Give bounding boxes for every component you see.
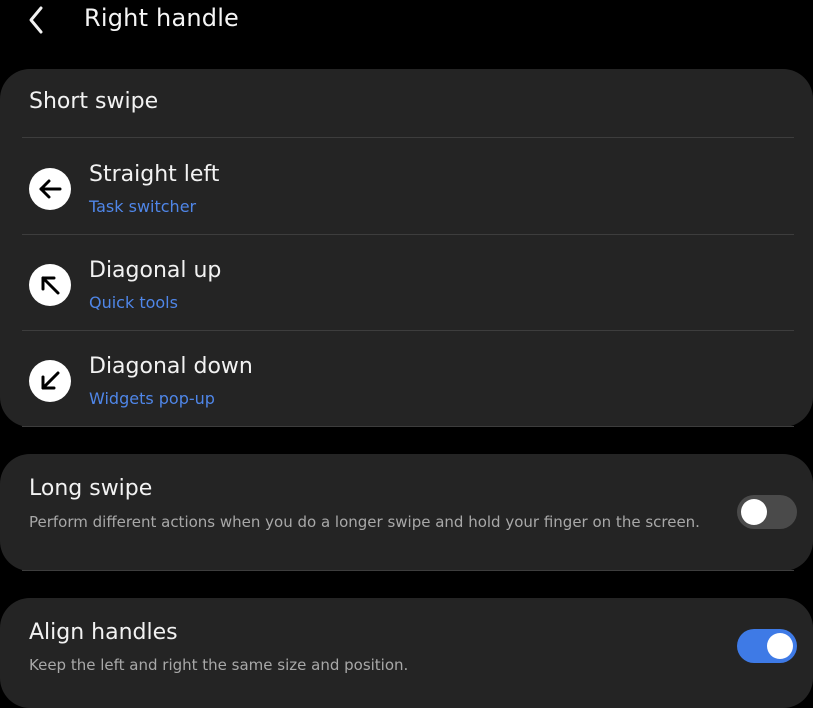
long-swipe-card[interactable]: Long swipe Perform different actions whe… — [0, 454, 813, 571]
arrow-up-left-icon — [29, 264, 71, 306]
align-handles-card[interactable]: Align handles Keep the left and right th… — [0, 598, 813, 708]
diagonal-up-value: Quick tools — [89, 293, 178, 312]
short-swipe-header: Short swipe — [29, 89, 159, 114]
diagonal-down-value: Widgets pop-up — [89, 389, 215, 408]
diagonal-down-row[interactable]: Diagonal down Widgets pop-up — [0, 330, 813, 426]
straight-left-value: Task switcher — [89, 197, 197, 216]
diagonal-up-label: Diagonal up — [89, 258, 222, 283]
align-handles-title: Align handles — [29, 620, 178, 645]
long-swipe-description: Perform different actions when you do a … — [29, 513, 700, 531]
short-swipe-card: Short swipe Straight left Task switcher … — [0, 69, 813, 427]
toggle-knob — [767, 633, 793, 659]
long-swipe-title: Long swipe — [29, 476, 153, 501]
straight-left-row[interactable]: Straight left Task switcher — [0, 138, 813, 234]
arrow-down-left-icon — [29, 360, 71, 402]
chevron-left-icon — [29, 6, 43, 34]
divider — [22, 426, 794, 427]
divider — [22, 570, 794, 571]
page-title: Right handle — [84, 4, 240, 32]
diagonal-up-row[interactable]: Diagonal up Quick tools — [0, 234, 813, 330]
long-swipe-toggle[interactable] — [737, 495, 797, 529]
diagonal-down-label: Diagonal down — [89, 354, 253, 379]
align-handles-description: Keep the left and right the same size an… — [29, 656, 409, 674]
back-button[interactable] — [20, 2, 52, 38]
app-header: Right handle — [0, 0, 813, 44]
straight-left-label: Straight left — [89, 162, 220, 187]
toggle-knob — [741, 499, 767, 525]
align-handles-toggle[interactable] — [737, 629, 797, 663]
arrow-left-icon — [29, 168, 71, 210]
